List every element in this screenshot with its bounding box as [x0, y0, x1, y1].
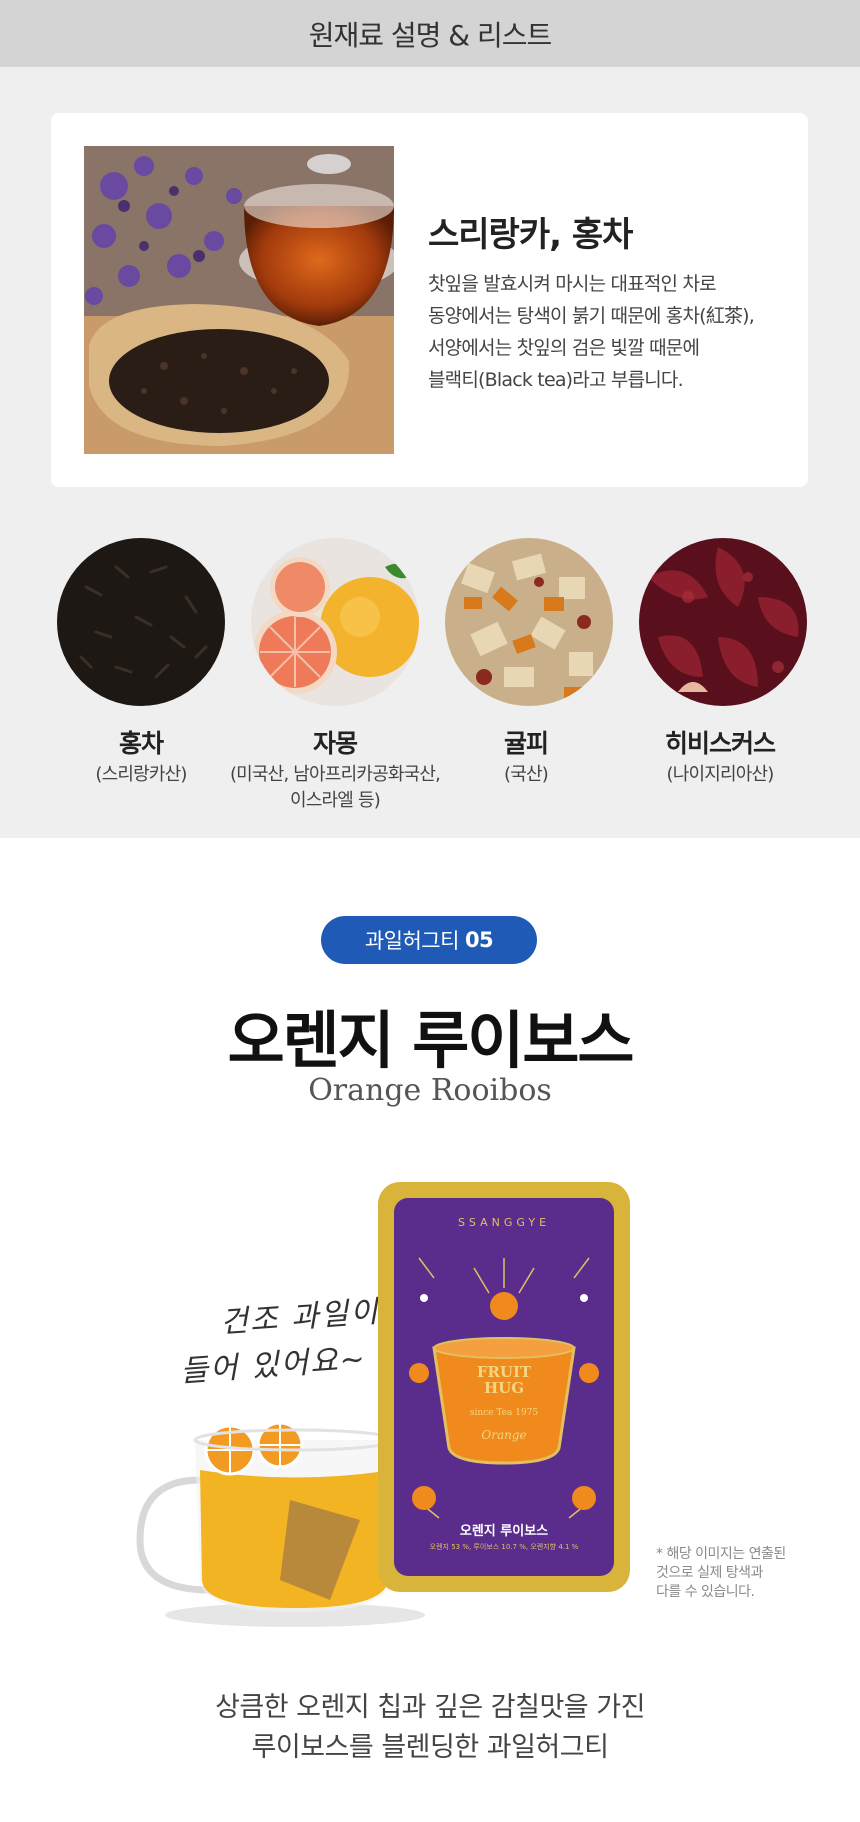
- ingredient-grapefruit: [247, 537, 423, 707]
- tin-logo-line-1: FRUIT: [476, 1363, 532, 1381]
- ingredient-name-hibiscus: 히비스커스: [664, 729, 776, 758]
- product-description: 상큼한 오렌지 칩과 깊은 감칠맛을 가진 루이보스를 블렌딩한 과일허그티: [215, 1692, 645, 1763]
- dried-citrus-peel-icon: [445, 538, 613, 706]
- badge-label: 과일허그티: [364, 929, 460, 953]
- grapefruit-icon: [251, 538, 419, 706]
- tin-logo: FRUIT HUG: [394, 1364, 614, 1396]
- section-header: 원재료 설명 & 리스트: [0, 0, 860, 67]
- handwriting-line-2: 들어 있어요~: [179, 1341, 368, 1390]
- badge-number: 05: [464, 928, 494, 952]
- black-tea-photo: [84, 146, 394, 454]
- ingredient-name-grapefruit: 자몽: [312, 729, 358, 758]
- ingredient-origin-hibiscus: (나이지리아산): [666, 764, 774, 785]
- ingredient-citrus-peel: [441, 537, 617, 707]
- feature-title: 스리랑카, 홍차: [428, 215, 633, 255]
- feature-description: 찻잎을 발효시켜 마시는 대표적인 차로 동양에서는 탕색이 붉기 때문에 홍차…: [428, 273, 755, 391]
- tin-since: since Tea 1975: [469, 1408, 539, 1418]
- tin-product-name: 오렌지 루이보스: [459, 1524, 549, 1539]
- ingredient-hibiscus: [635, 537, 811, 707]
- ingredient-name-citrus-peel: 귤피: [503, 729, 549, 758]
- tin-logo-line-2: HUG: [483, 1379, 525, 1397]
- dried-hibiscus-icon: [639, 538, 807, 706]
- black-tea-leaves-icon: [57, 538, 225, 706]
- tin-flavor: Orange: [481, 1428, 527, 1442]
- product-title-english: Orange Rooibos: [308, 1073, 552, 1108]
- product-series-badge: 과일허그티 05: [321, 916, 537, 964]
- image-disclaimer: * 해당 이미지는 연출된 것으로 실제 탕색과 다를 수 있습니다.: [656, 1546, 786, 1600]
- ingredient-name-black-tea: 홍차: [118, 729, 164, 758]
- tin-label: SSANGGYE FRUIT HUG since Tea 1975 Orange…: [394, 1198, 614, 1576]
- tin-ingredients: 오렌지 53 %, 루이보스 10.7 %, 오렌지향 4.1 %: [429, 1543, 579, 1551]
- product-title-korean: 오렌지 루이보스: [227, 1004, 635, 1077]
- ingredient-black-tea: [53, 537, 229, 707]
- section-header-title: 원재료 설명 & 리스트: [308, 18, 553, 52]
